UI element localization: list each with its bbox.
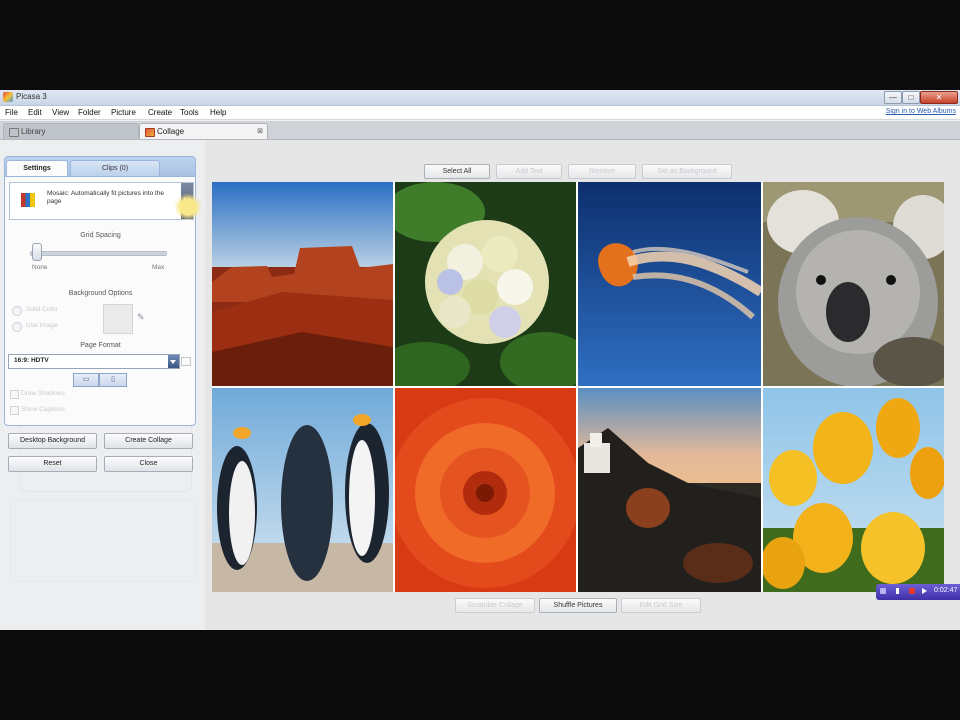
menu-tools[interactable]: Tools bbox=[180, 108, 199, 117]
menu-help[interactable]: Help bbox=[210, 108, 226, 117]
show-captions-checkbox[interactable] bbox=[10, 406, 19, 415]
slider-max-label: Max bbox=[152, 264, 165, 271]
solid-color-radio[interactable] bbox=[12, 306, 22, 316]
tab-library-label: Library bbox=[21, 127, 46, 136]
menu-bar: File Edit View Folder Picture Create Too… bbox=[0, 106, 960, 120]
ghost-panel-outline-2 bbox=[10, 500, 197, 582]
picasa-logo-icon bbox=[3, 92, 13, 102]
slider-min-label: None bbox=[32, 264, 48, 271]
photo-desert[interactable] bbox=[212, 182, 393, 386]
shuffle-pictures-button[interactable]: Shuffle Pictures bbox=[539, 598, 617, 613]
title-bar: Picasa 3 — □ ✕ bbox=[0, 90, 960, 106]
close-collage-button[interactable]: Close bbox=[104, 456, 193, 472]
page-format-value: 16:9: HDTV bbox=[14, 357, 49, 364]
tab-clips[interactable]: Clips (0) bbox=[70, 160, 160, 176]
menu-folder[interactable]: Folder bbox=[78, 108, 101, 117]
remove-button[interactable]: Remove bbox=[568, 164, 636, 179]
page-format-label: Page Format bbox=[80, 342, 121, 349]
show-captions-label: Show Captions bbox=[21, 406, 65, 413]
maximize-button[interactable]: □ bbox=[902, 91, 920, 104]
use-image-label: Use Image bbox=[26, 322, 58, 329]
draw-shadows-label: Draw Shadows bbox=[21, 390, 65, 397]
tab-strip: Library Collage ⊠ bbox=[0, 121, 960, 140]
screen-recorder-bar: 0:02:47 bbox=[876, 584, 960, 600]
tab-collage[interactable]: Collage ⊠ bbox=[139, 123, 268, 139]
scramble-collage-button[interactable]: Scramble Collage bbox=[455, 598, 535, 613]
chevron-down-icon[interactable] bbox=[168, 355, 179, 368]
add-text-button[interactable]: Add Text bbox=[496, 164, 562, 179]
format-settings-icon[interactable] bbox=[181, 357, 191, 366]
menu-file[interactable]: File bbox=[5, 108, 18, 117]
minimize-button[interactable]: — bbox=[884, 91, 902, 104]
draw-shadows-checkbox[interactable] bbox=[10, 390, 19, 399]
page-format-select[interactable]: 16:9: HDTV bbox=[8, 354, 180, 369]
collage-icon bbox=[145, 128, 155, 137]
menu-picture[interactable]: Picture bbox=[111, 108, 136, 117]
collage-layout-select[interactable]: Mosaic: Automatically fit pictures into … bbox=[9, 182, 194, 220]
photo-lighthouse[interactable] bbox=[578, 388, 761, 592]
grid-spacing-slider[interactable] bbox=[30, 251, 167, 256]
eyedropper-icon[interactable]: ✎ bbox=[137, 312, 147, 322]
create-collage-button[interactable]: Create Collage bbox=[104, 433, 193, 449]
mosaic-icon bbox=[21, 193, 35, 207]
photo-hydrangeas[interactable] bbox=[395, 182, 576, 386]
solid-color-label: Solid Color bbox=[26, 306, 58, 313]
slider-handle[interactable] bbox=[32, 243, 42, 261]
menu-create[interactable]: Create bbox=[148, 108, 172, 117]
background-color-swatch[interactable] bbox=[103, 304, 133, 334]
photo-koala[interactable] bbox=[763, 182, 944, 386]
edit-grid-size-button[interactable]: Edit Grid Size bbox=[621, 598, 701, 613]
tab-library[interactable]: Library bbox=[3, 123, 139, 139]
window-title: Picasa 3 bbox=[16, 92, 47, 101]
portrait-orientation-button[interactable]: ▯ bbox=[99, 373, 127, 387]
recording-time: 0:02:47 bbox=[934, 587, 958, 594]
reset-button[interactable]: Reset bbox=[8, 456, 97, 472]
sign-in-link[interactable]: Sign in to Web Albums bbox=[886, 108, 956, 115]
background-options-label: Background Options bbox=[68, 290, 133, 297]
menu-view[interactable]: View bbox=[52, 108, 69, 117]
close-tab-icon[interactable]: ⊠ bbox=[257, 124, 263, 139]
grid-spacing-label: Grid Spacing bbox=[80, 232, 121, 239]
set-as-background-button[interactable]: Set as Background bbox=[642, 164, 732, 179]
play-icon[interactable] bbox=[922, 588, 927, 594]
use-image-radio[interactable] bbox=[12, 322, 22, 332]
tab-settings[interactable]: Settings bbox=[6, 160, 68, 176]
stop-icon[interactable] bbox=[909, 588, 915, 594]
tab-collage-label: Collage bbox=[157, 127, 185, 136]
landscape-orientation-button[interactable]: ▭ bbox=[73, 373, 99, 387]
desktop-background-button[interactable]: Desktop Background bbox=[8, 433, 97, 449]
collage-grid bbox=[212, 182, 944, 592]
close-window-button[interactable]: ✕ bbox=[920, 91, 958, 104]
photo-penguins[interactable] bbox=[212, 388, 393, 592]
photo-jellyfish[interactable] bbox=[578, 182, 761, 386]
layout-description: Mosaic: Automatically fit pictures into … bbox=[47, 190, 165, 205]
cursor-highlight bbox=[174, 193, 202, 221]
menu-edit[interactable]: Edit bbox=[28, 108, 42, 117]
photo-chrysanthemum[interactable] bbox=[395, 388, 576, 592]
photo-tulips[interactable] bbox=[763, 388, 944, 592]
select-all-button[interactable]: Select All bbox=[424, 164, 490, 179]
pause-icon[interactable] bbox=[896, 588, 899, 594]
recorder-logo-icon bbox=[880, 588, 886, 594]
library-icon bbox=[9, 128, 19, 137]
